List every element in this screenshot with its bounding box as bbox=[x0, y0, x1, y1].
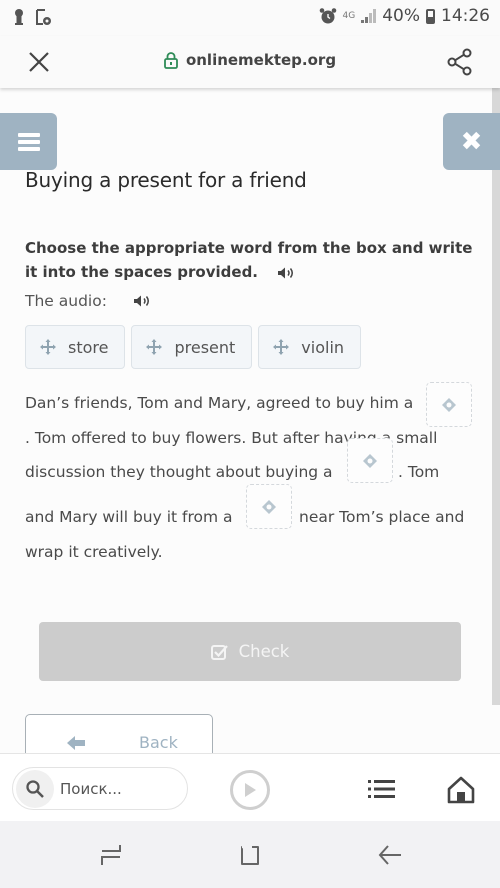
drop-target-icon bbox=[262, 499, 276, 514]
move-icon bbox=[146, 339, 163, 355]
menu-button[interactable] bbox=[0, 113, 57, 170]
lesson-title: Buying a present for a friend bbox=[25, 168, 307, 192]
back-button[interactable]: Back bbox=[25, 714, 213, 757]
word-chip-present[interactable]: present bbox=[131, 325, 253, 369]
battery-icon bbox=[426, 8, 435, 24]
home-icon[interactable] bbox=[447, 776, 475, 804]
word-chip-store[interactable]: store bbox=[25, 325, 126, 369]
search-input[interactable]: Поиск... bbox=[12, 767, 188, 810]
check-button[interactable]: Check bbox=[39, 622, 461, 681]
back-nav-icon[interactable] bbox=[377, 842, 403, 868]
drop-zone-2[interactable] bbox=[347, 438, 393, 483]
word-bank: store present violin bbox=[25, 325, 362, 369]
word-label: present bbox=[174, 337, 236, 357]
bottom-toolbar: Поиск... bbox=[0, 753, 500, 821]
drop-zone-1[interactable] bbox=[426, 382, 472, 427]
word-label: violin bbox=[301, 337, 345, 357]
passage-line-3b: . Tom bbox=[398, 463, 440, 481]
drop-target-icon bbox=[363, 453, 377, 468]
system-nav-bar bbox=[0, 821, 500, 888]
alarm-icon bbox=[319, 8, 336, 24]
list-icon[interactable] bbox=[368, 778, 396, 800]
check-label: Check bbox=[238, 642, 290, 661]
search-icon bbox=[26, 779, 44, 798]
share-icon[interactable] bbox=[446, 48, 474, 76]
passage-line-4a: and Mary will buy it from a bbox=[25, 508, 233, 526]
speaker-icon[interactable] bbox=[277, 266, 295, 280]
screenshot-icon bbox=[36, 9, 51, 25]
word-label: store bbox=[68, 337, 109, 357]
audio-row: The audio: bbox=[25, 292, 151, 310]
network-type: 4G bbox=[342, 10, 356, 21]
search-icon-wrap bbox=[16, 769, 54, 808]
audio-label: The audio: bbox=[25, 292, 107, 310]
task-instruction: Choose the appropriate word from the box… bbox=[25, 236, 485, 284]
play-icon bbox=[245, 783, 256, 797]
clock: 14:26 bbox=[441, 6, 490, 26]
arrow-left-icon bbox=[67, 736, 85, 750]
passage-line-5: wrap it creatively. bbox=[25, 543, 163, 561]
drop-zone-3[interactable] bbox=[246, 484, 292, 529]
url-text: onlinemektep.org bbox=[185, 51, 337, 69]
close-icon: ✖ bbox=[460, 126, 483, 157]
hamburger-icon bbox=[17, 132, 40, 151]
home-nav-icon[interactable] bbox=[238, 842, 264, 868]
move-icon bbox=[273, 339, 290, 355]
keyhole-icon bbox=[15, 9, 23, 25]
passage-line-3a: discussion they thought about buying a bbox=[25, 463, 333, 481]
passage-line-1: Dan’s friends, Tom and Mary, agreed to b… bbox=[25, 394, 414, 412]
passage-line-4b: near Tom’s place and bbox=[299, 508, 465, 526]
search-placeholder: Поиск... bbox=[60, 779, 122, 798]
lock-icon bbox=[164, 51, 178, 69]
audio-speaker-icon[interactable] bbox=[133, 294, 151, 308]
drop-target-icon bbox=[442, 397, 456, 412]
browser-toolbar: onlinemektep.org bbox=[0, 36, 500, 88]
move-icon bbox=[40, 339, 56, 355]
url-bar[interactable]: onlinemektep.org bbox=[0, 51, 500, 69]
play-button[interactable] bbox=[230, 770, 270, 810]
back-label: Back bbox=[139, 733, 178, 752]
word-chip-violin[interactable]: violin bbox=[258, 325, 362, 369]
scrollbar[interactable] bbox=[492, 88, 500, 705]
lesson-page: ✖ Buying a present for a friend Choose t… bbox=[0, 88, 500, 757]
checkbox-icon bbox=[210, 644, 228, 660]
battery-percent: 40% bbox=[382, 6, 420, 26]
recent-apps-icon[interactable] bbox=[98, 842, 124, 868]
close-lesson-button[interactable]: ✖ bbox=[443, 113, 500, 170]
instruction-text: Choose the appropriate word from the box… bbox=[25, 239, 473, 281]
signal-icon bbox=[361, 9, 377, 23]
status-bar: 4G 40% 14:26 bbox=[0, 0, 500, 36]
